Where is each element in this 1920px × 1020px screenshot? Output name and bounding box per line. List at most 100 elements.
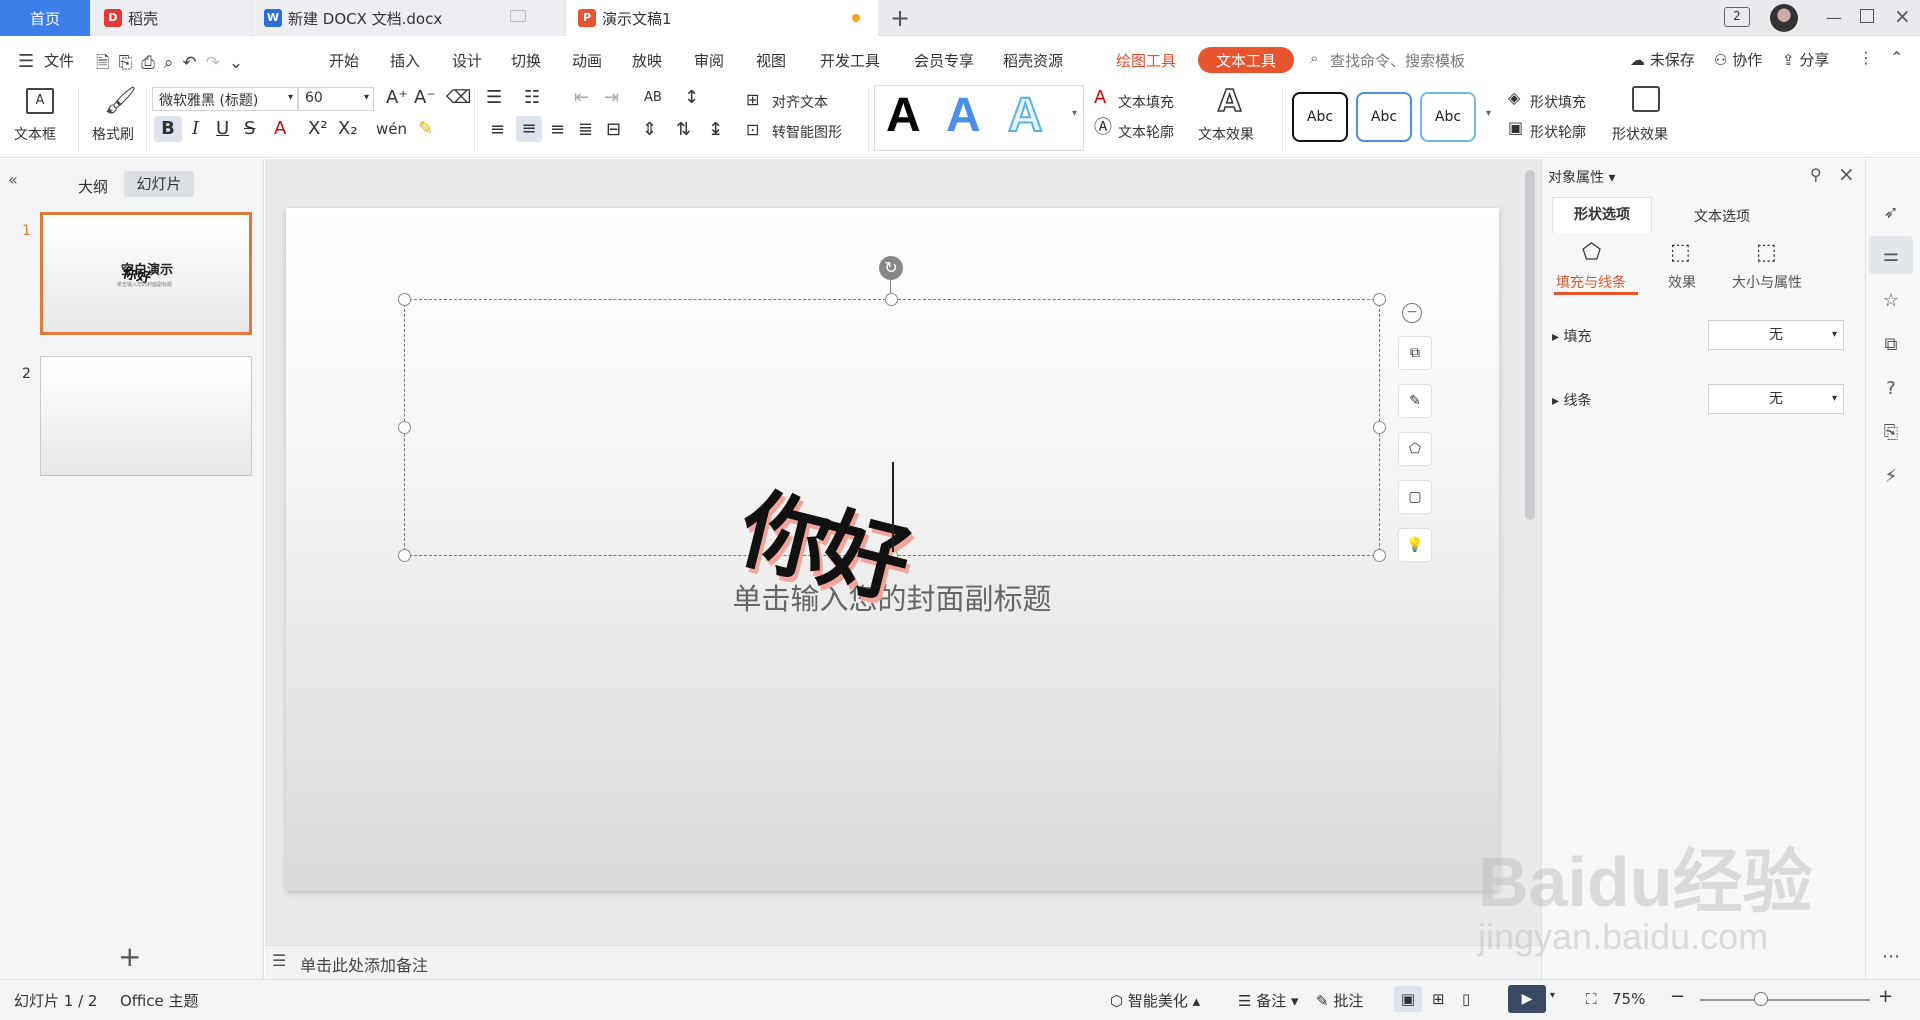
properties-sliders-icon[interactable]: ⚌ xyxy=(1875,239,1907,271)
bullet-list-icon[interactable]: ☰ xyxy=(486,88,502,108)
resize-handle-tl[interactable] xyxy=(398,293,411,306)
window-count-button[interactable]: 2 xyxy=(1724,7,1750,27)
highlight-icon[interactable]: ✎ xyxy=(418,119,433,139)
rocket-icon[interactable]: ➶ xyxy=(1875,196,1907,228)
zoom-slider-thumb[interactable] xyxy=(1754,992,1768,1006)
share-button[interactable]: ⇪ 分享 xyxy=(1782,49,1829,70)
window-icon[interactable] xyxy=(510,10,526,22)
normal-view-icon[interactable]: ▣ xyxy=(1394,986,1422,1012)
text-outline-button[interactable]: 文本轮廓 xyxy=(1118,122,1174,142)
print-icon[interactable]: ⎙ xyxy=(141,53,164,73)
convert-smart-shape-button[interactable]: 转智能图形 xyxy=(772,122,842,142)
shape-style-dark[interactable]: Abc xyxy=(1292,92,1348,142)
menu-tab-6[interactable]: 审阅 xyxy=(694,50,724,71)
phonetic-guide-icon[interactable]: wén xyxy=(376,119,407,139)
slide-sorter-icon[interactable]: ⊞ xyxy=(1432,990,1445,1008)
lightbulb-icon[interactable]: 💡 xyxy=(1398,528,1432,562)
rotate-handle-icon[interactable]: ↻ xyxy=(879,256,903,280)
comments-button[interactable]: ✎ 批注 xyxy=(1316,990,1363,1011)
shape-gallery-expand-icon[interactable]: ▾ xyxy=(1486,108,1491,119)
tab-slides[interactable]: 幻灯片 xyxy=(124,171,194,197)
spacing-after-icon[interactable]: ↨ xyxy=(708,120,723,140)
resize-handle-br[interactable] xyxy=(1373,549,1386,562)
numbered-list-icon[interactable]: ☷ xyxy=(524,88,540,108)
close-window-icon[interactable]: × xyxy=(1894,4,1911,28)
collaborate-button[interactable]: ⚇ 协作 xyxy=(1714,49,1762,70)
tab-text-options[interactable]: 文本选项 xyxy=(1694,206,1750,226)
line-dropdown[interactable]: 无 ▾ xyxy=(1708,384,1844,414)
save-icon[interactable]: 🗎 xyxy=(96,53,119,73)
spacing-before-icon[interactable]: ⇅ xyxy=(676,120,691,140)
tab-presentation[interactable]: P 演示文稿1 xyxy=(566,0,878,36)
justify-icon[interactable]: ≣ xyxy=(578,120,593,140)
shape-fill-button[interactable]: 形状填充 xyxy=(1530,92,1586,112)
lightning-icon[interactable]: ⚡ xyxy=(1875,460,1907,492)
menu-tab-10[interactable]: 稻壳资源 xyxy=(1003,50,1063,71)
menu-tab-8[interactable]: 开发工具 xyxy=(820,50,880,71)
text-fill-button[interactable]: 文本填充 xyxy=(1118,92,1174,112)
minimize-icon[interactable]: — xyxy=(1826,8,1842,27)
superscript-button[interactable]: X² xyxy=(308,119,328,139)
font-color-button[interactable]: A xyxy=(274,119,286,139)
print-preview-icon[interactable]: ⌕ xyxy=(164,53,183,73)
more-options-icon[interactable]: ⋮ xyxy=(1858,48,1874,67)
collapse-panel-icon[interactable]: « xyxy=(8,170,18,189)
strikethrough-button[interactable]: S xyxy=(244,119,255,139)
menu-tab-0[interactable]: 开始 xyxy=(329,50,359,71)
textbox-icon[interactable]: A xyxy=(26,88,54,114)
close-panel-icon[interactable]: × xyxy=(1838,162,1855,186)
bold-button[interactable]: B xyxy=(154,116,182,142)
tab-outline[interactable]: 大纲 xyxy=(78,176,108,197)
backup-icon[interactable]: ⎘ xyxy=(1875,416,1907,448)
menu-tab-2[interactable]: 设计 xyxy=(452,50,482,71)
clear-format-icon[interactable]: ⌫ xyxy=(446,88,471,108)
user-avatar[interactable] xyxy=(1770,4,1798,32)
shape-style-lightblue[interactable]: Abc xyxy=(1420,92,1476,142)
resize-handle-r[interactable] xyxy=(1373,421,1386,434)
font-family-select[interactable]: 微软雅黑 (标题) ▾ xyxy=(152,87,298,111)
notes-placeholder[interactable]: 单击此处添加备注 xyxy=(300,952,428,976)
gallery-expand-icon[interactable]: ▾ xyxy=(1072,108,1077,119)
sidebar-more-icon[interactable]: ⋯ xyxy=(1875,940,1907,972)
pen-icon[interactable]: ✎ xyxy=(1398,384,1432,418)
resize-handle-bl[interactable] xyxy=(398,549,411,562)
text-direction-icon[interactable]: AB xyxy=(644,88,662,108)
fill-section-toggle[interactable]: ▸ 填充 xyxy=(1552,326,1591,346)
collapse-ribbon-icon[interactable]: ⌃ xyxy=(1890,48,1903,67)
wordart-style-black[interactable]: A xyxy=(886,88,921,144)
fill-bucket-icon[interactable]: ⬠ xyxy=(1398,432,1432,466)
tab-home[interactable]: 首页 xyxy=(0,0,90,36)
text-effect-button[interactable]: 文本效果 xyxy=(1198,124,1254,144)
subscript-button[interactable]: X₂ xyxy=(338,119,358,139)
resize-handle-tr[interactable] xyxy=(1373,293,1386,306)
tab-shape-options[interactable]: 形状选项 xyxy=(1552,197,1652,233)
tab-docx-document[interactable]: W 新建 DOCX 文档.docx xyxy=(252,0,564,36)
transition-icon[interactable]: ⧉ xyxy=(1875,328,1907,360)
align-center-icon[interactable]: ≡ xyxy=(516,116,542,142)
subtab-size-properties[interactable]: 大小与属性 xyxy=(1732,272,1802,292)
redo-icon[interactable]: ↷ xyxy=(206,53,229,73)
zoom-slider-track[interactable] xyxy=(1700,999,1870,1001)
format-painter-icon[interactable]: 🖌 xyxy=(104,86,137,116)
reading-view-icon[interactable]: ▯ xyxy=(1462,990,1470,1008)
decrease-indent-icon[interactable]: ⇤ xyxy=(574,88,589,108)
increase-indent-icon[interactable]: ⇥ xyxy=(604,88,619,108)
zoom-out-button[interactable]: − xyxy=(1670,986,1685,1007)
play-slideshow-button[interactable]: ▶ xyxy=(1508,985,1546,1013)
smart-beautify-button[interactable]: ⬡ 智能美化 ▴ xyxy=(1110,990,1200,1011)
fill-dropdown[interactable]: 无 ▾ xyxy=(1708,320,1844,350)
distribute-icon[interactable]: ⊟ xyxy=(606,120,621,140)
vertical-scrollbar[interactable] xyxy=(1525,170,1535,520)
tab-daoke[interactable]: D 稻壳 xyxy=(92,0,250,36)
font-size-select[interactable]: 60 ▾ xyxy=(298,87,374,111)
decrease-font-icon[interactable]: A⁻ xyxy=(414,88,436,108)
format-painter-button[interactable]: 格式刷 xyxy=(92,124,134,144)
wordart-style-outline[interactable]: A xyxy=(1007,88,1044,144)
tab-text-tools[interactable]: 文本工具 xyxy=(1198,47,1294,73)
cloud-unsaved-button[interactable]: ☁ 未保存 xyxy=(1630,49,1695,70)
outline-frame-icon[interactable]: ▢ xyxy=(1398,480,1432,514)
fit-window-icon[interactable]: ⛶ xyxy=(1586,990,1597,1008)
menu-file[interactable]: 文件 xyxy=(44,50,74,71)
line-spacing-icon[interactable]: ↕ xyxy=(684,88,699,108)
subtab-fill-line[interactable]: 填充与线条 xyxy=(1556,272,1626,292)
